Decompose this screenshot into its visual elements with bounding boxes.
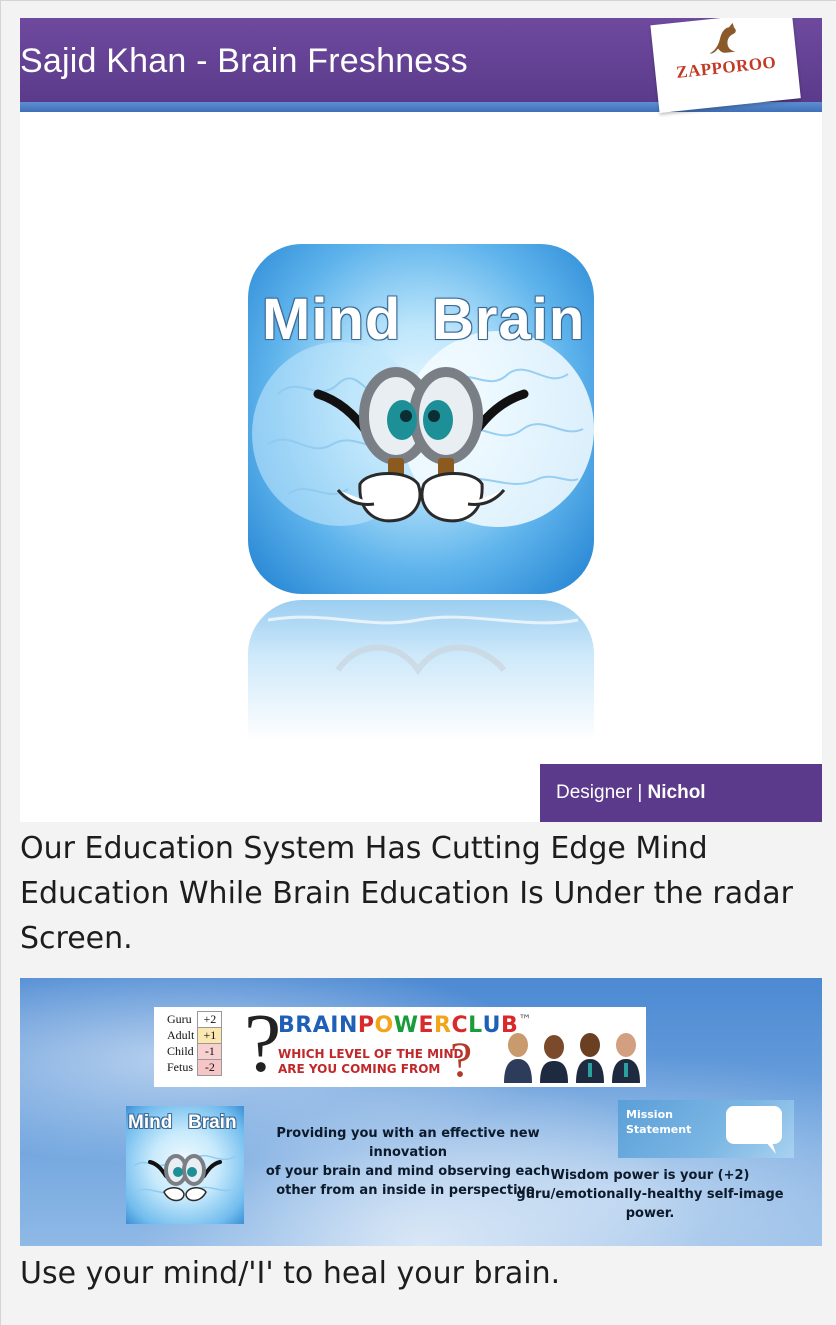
face-4	[612, 1033, 640, 1083]
portrait-faces-image	[504, 1033, 640, 1083]
mission-statement-label: Mission Statement	[626, 1108, 692, 1136]
kangaroo-icon	[709, 22, 736, 54]
level-value: -1	[197, 1043, 223, 1060]
club-title-letter: A	[312, 1013, 331, 1038]
icon-word-brain: Brain	[432, 287, 586, 352]
designer-credit: Designer | Nichol	[556, 782, 706, 804]
level-value: +1	[197, 1027, 223, 1044]
level-row-fetus: Fetus -2	[164, 1059, 223, 1076]
level-label: Guru	[167, 1012, 192, 1026]
mind-level-table: Guru +2 Adult +1 Child -1 Fetus -2	[164, 1011, 223, 1076]
designer-credit-bar: Designer | Nichol	[540, 764, 822, 822]
mind-brain-mini-icon: Mind Brain	[126, 1106, 244, 1224]
caption-heal-brain: Use your mind/'I' to heal your brain.	[20, 1256, 561, 1291]
level-label: Adult	[167, 1028, 195, 1042]
mini-icon-word-brain: Brain	[188, 1112, 237, 1133]
level-row-adult: Adult +1	[164, 1027, 223, 1044]
designer-label: Designer |	[556, 782, 648, 803]
mini-icon-word-mind: Mind	[128, 1112, 173, 1133]
brain-power-club-title: BRAIN POWER CLUB™	[278, 1013, 532, 1038]
slide-brain-freshness[interactable]: Sajid Khan - Brain Freshness ZAPPOROO Mi…	[20, 18, 822, 822]
club-title-letter: I	[330, 1013, 339, 1038]
club-title-letter: W	[393, 1013, 419, 1038]
speech-bubble-icon	[726, 1106, 782, 1154]
club-title-letter: R	[295, 1013, 313, 1038]
big-question-mark: ?	[244, 997, 282, 1090]
club-title-letter: B	[278, 1013, 296, 1038]
designer-name: Nichol	[647, 782, 706, 803]
face-3	[576, 1033, 604, 1083]
level-value: +2	[197, 1011, 223, 1028]
brain-power-club-banner: Guru +2 Adult +1 Child -1 Fetus -2 ? BRAIN P…	[154, 999, 646, 1089]
club-title-letter: R	[434, 1013, 452, 1038]
reflection-gradient	[248, 600, 594, 740]
mind-brain-app-icon: Mind Brain	[248, 244, 594, 594]
app-icon-tile: Mind Brain	[248, 244, 594, 594]
level-label: Fetus	[167, 1060, 194, 1074]
small-question-mark: ?	[450, 1031, 473, 1087]
slide-brain-power-club[interactable]: Guru +2 Adult +1 Child -1 Fetus -2 ? BRAIN P…	[20, 978, 822, 1246]
club-title-letter: P	[357, 1013, 375, 1038]
caption-education-system: Our Education System Has Cutting Edge Mi…	[20, 831, 793, 956]
zapporo-logo: ZAPPOROO	[650, 18, 801, 113]
club-title-letter: U	[482, 1013, 502, 1038]
level-row-child: Child -1	[164, 1043, 223, 1060]
level-label: Child	[167, 1044, 194, 1058]
level-value: -2	[197, 1059, 223, 1076]
face-1	[504, 1033, 532, 1083]
club-title-letter: O	[374, 1013, 394, 1038]
mission-statement-card[interactable]: Mission Statement	[618, 1100, 794, 1158]
icon-word-mind: Mind	[262, 287, 402, 352]
wisdom-power-text: Wisdom power is your (+2) guru/emotional…	[516, 1168, 784, 1221]
club-title-letter: N	[338, 1013, 358, 1038]
level-row-guru: Guru +2	[164, 1011, 223, 1028]
face-2	[540, 1035, 568, 1083]
slide-title: Sajid Khan - Brain Freshness	[20, 42, 468, 80]
club-title-letter: E	[418, 1013, 435, 1038]
app-icon-reflection	[248, 600, 594, 740]
